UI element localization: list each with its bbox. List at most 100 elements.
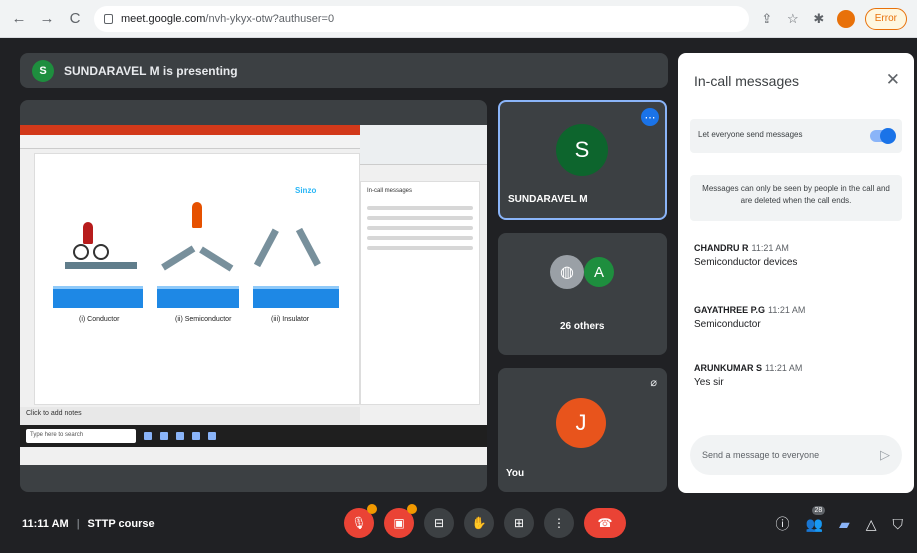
participant-name: SUNDARAVEL M [508, 194, 588, 205]
meeting-details-icon[interactable]: ⓘ [776, 514, 790, 534]
doc-status-bar: Click to add notes [20, 407, 360, 425]
message-time: 11:21 AM [751, 243, 789, 253]
inner-chat-line [367, 236, 473, 240]
slide-logo: Sinzo [295, 186, 317, 195]
send-icon[interactable]: ▷ [880, 447, 890, 463]
shared-screen: Sinzo (i) Conductor (ii) Semiconductor (… [20, 125, 487, 465]
inner-chat-line [367, 216, 473, 220]
more-options-icon[interactable]: ⋯ [641, 108, 659, 126]
privacy-notice: Messages can only be seen by people in t… [690, 175, 902, 221]
bottom-control-bar: 11:11 AM | STTP course 🎙 ▣ ⊟ ✋ ⊞ ⋮ ☎ ⓘ 👥… [0, 500, 917, 553]
participant-tile-you[interactable]: ⌀ J You [498, 368, 667, 492]
bridge-ramp [161, 245, 196, 271]
address-bar[interactable]: meet.google.com/nvh-ykyx-otw?authuser=0 [94, 5, 749, 32]
participant-avatar: S [556, 124, 608, 176]
taskbar-app-icon [176, 432, 184, 440]
host-controls-icon[interactable]: ⛉ [893, 516, 904, 533]
presentation-stage[interactable]: Sinzo (i) Conductor (ii) Semiconductor (… [20, 100, 487, 492]
separator: | [76, 518, 80, 530]
chat-message: GAYATHREE P.G 11:21 AM Semiconductor [694, 305, 894, 330]
inner-browser-window [360, 125, 487, 165]
more-options-button[interactable]: ⋮ [544, 508, 574, 538]
presenting-text: SUNDARAVEL M is presenting [64, 63, 238, 78]
bicycle-wheel [73, 244, 89, 260]
message-input-placeholder: Send a message to everyone [702, 450, 820, 460]
microphone-off-button[interactable]: 🎙 [344, 504, 377, 538]
camera-off-button[interactable]: ▣ [384, 504, 417, 538]
participant-name: You [506, 468, 525, 479]
leave-call-button[interactable]: ☎ [584, 508, 626, 538]
taskbar-app-icon [192, 432, 200, 440]
message-sender: GAYATHREE P.G [694, 305, 766, 315]
figure-caption: (iii) Insulator [271, 316, 310, 323]
taskbar-app-icon [208, 432, 216, 440]
call-controls: 🎙 ▣ ⊟ ✋ ⊞ ⋮ ☎ [344, 504, 626, 538]
participant-photo-avatar: ◍ [550, 255, 584, 289]
figure-caption: (i) Conductor [79, 316, 120, 323]
doc-titlebar [20, 125, 360, 135]
others-count: 26 others [560, 321, 605, 332]
message-text: Semiconductor devices [694, 257, 798, 268]
share-icon[interactable]: ⇪ [759, 11, 775, 27]
captions-button[interactable]: ⊟ [424, 508, 454, 538]
participant-tile-others[interactable]: ◍ A 26 others [498, 233, 667, 355]
doc-ribbon [20, 135, 360, 149]
participant-avatar: A [584, 257, 614, 287]
browser-toolbar: ← → C meet.google.com/nvh-ykyx-otw?authu… [0, 0, 917, 38]
meeting-name: STTP course [87, 518, 155, 530]
reload-icon[interactable]: C [66, 10, 84, 28]
message-input[interactable]: Send a message to everyone ▷ [690, 435, 902, 475]
raise-hand-button[interactable]: ✋ [464, 508, 494, 538]
bicycle-wheel [93, 244, 109, 260]
inner-chat-window: In-call messages [360, 181, 480, 405]
water-graphic [253, 286, 339, 308]
message-time: 11:21 AM [768, 305, 806, 315]
message-time: 11:21 AM [765, 363, 803, 373]
slide-canvas: Sinzo (i) Conductor (ii) Semiconductor (… [34, 153, 360, 405]
lock-icon [104, 13, 113, 24]
figure-caption: (ii) Semiconductor [175, 316, 232, 323]
side-controls: ⓘ 👥 28 ▰ △ ⛉ [776, 505, 904, 534]
toggle-knob [880, 128, 896, 144]
taskbar-app-icon [144, 432, 152, 440]
chat-message: ARUNKUMAR S 11:21 AM Yes sir [694, 363, 894, 388]
send-messages-toggle[interactable] [870, 128, 896, 144]
inner-chat-line [367, 206, 473, 210]
jumping-figure [192, 202, 202, 228]
url-path: /nvh-ykyx-otw?authuser=0 [205, 12, 335, 25]
participant-tile-sundaravel[interactable]: ⋯ S SUNDARAVEL M [498, 100, 667, 220]
bridge-ramp [295, 227, 321, 267]
water-graphic [157, 286, 239, 308]
activities-icon[interactable]: △ [866, 516, 877, 533]
message-sender: ARUNKUMAR S [694, 363, 762, 373]
inner-taskbar: Type here to search [20, 425, 487, 447]
let-everyone-send-row: Let everyone send messages [690, 119, 902, 153]
in-call-messages-panel: In-call messages ✕ Let everyone send mes… [678, 53, 914, 493]
warning-badge [367, 504, 377, 514]
taskbar-app-icon [160, 432, 168, 440]
forward-arrow-icon[interactable]: → [38, 10, 56, 28]
mic-off-icon: ⌀ [650, 377, 657, 389]
inner-chat-line [367, 246, 473, 250]
panel-title: In-call messages [694, 73, 800, 89]
back-arrow-icon[interactable]: ← [10, 10, 28, 28]
chat-icon[interactable]: ▰ [839, 516, 850, 533]
profile-error-button[interactable]: Error [864, 7, 907, 30]
message-sender: CHANDRU R [694, 243, 749, 253]
bookmark-star-icon[interactable]: ☆ [785, 11, 801, 27]
close-icon[interactable]: ✕ [886, 70, 900, 90]
profile-avatar[interactable] [836, 9, 855, 28]
people-icon[interactable]: 👥 28 [806, 505, 826, 533]
url-host: meet.google.com [121, 12, 206, 25]
participant-count-badge: 28 [811, 505, 826, 515]
bridge-ramp [253, 228, 279, 268]
inner-taskbar-search: Type here to search [26, 429, 136, 443]
inner-chat-title: In-call messages [367, 188, 413, 194]
bridge-ramp [199, 246, 234, 272]
meeting-info: 11:11 AM | STTP course [22, 518, 155, 530]
message-text: Yes sir [694, 377, 724, 388]
extensions-icon[interactable]: ✱ [811, 11, 827, 27]
toggle-label: Let everyone send messages [698, 130, 803, 139]
present-screen-button[interactable]: ⊞ [504, 508, 534, 538]
water-graphic [53, 286, 143, 308]
